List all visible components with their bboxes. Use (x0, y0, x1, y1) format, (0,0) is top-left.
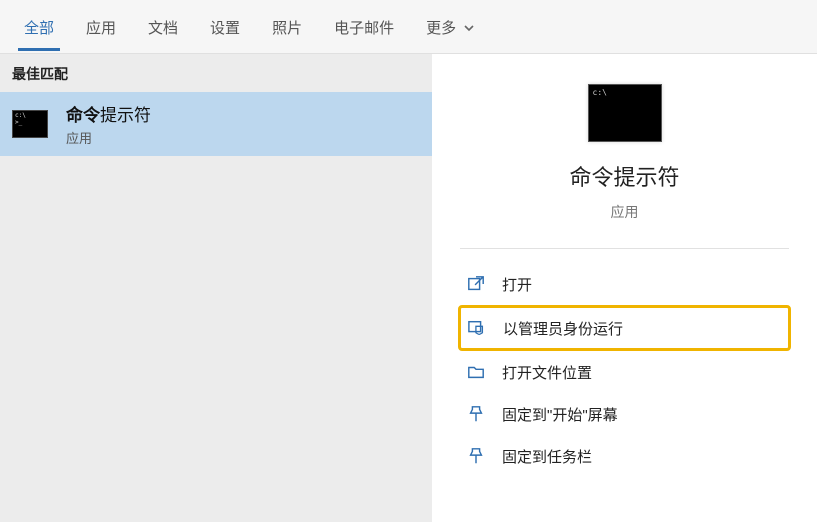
action-pin-to-start[interactable]: 固定到"开始"屏幕 (458, 393, 791, 435)
action-run-as-admin-label: 以管理员身份运行 (503, 318, 623, 339)
result-text: 命令提示符 应用 (66, 101, 151, 147)
tab-email[interactable]: 电子邮件 (318, 3, 410, 50)
cmd-icon (12, 110, 48, 138)
action-run-as-admin[interactable]: 以管理员身份运行 (458, 305, 791, 351)
tab-all-label: 全部 (24, 20, 54, 37)
open-icon (466, 274, 486, 294)
action-pin-to-taskbar[interactable]: 固定到任务栏 (458, 435, 791, 477)
action-pin-to-taskbar-label: 固定到任务栏 (502, 446, 592, 467)
tab-photos-label: 照片 (272, 20, 302, 37)
chevron-down-icon (464, 20, 474, 37)
tab-docs-label: 文档 (148, 20, 178, 37)
action-open[interactable]: 打开 (458, 263, 791, 305)
action-open-label: 打开 (502, 274, 532, 295)
result-title-rest: 提示符 (100, 106, 151, 125)
action-open-file-location-label: 打开文件位置 (502, 362, 592, 383)
tab-apps-label: 应用 (86, 20, 116, 37)
folder-icon (466, 362, 486, 382)
run-as-admin-icon (467, 318, 487, 338)
actions-list: 打开 以管理员身份运行 打开文件位置 固定到"开始"屏幕 (432, 259, 817, 481)
preview-subtitle: 应用 (611, 202, 639, 222)
results-panel: 最佳匹配 命令提示符 应用 (0, 54, 432, 522)
tab-all[interactable]: 全部 (8, 3, 70, 50)
pin-start-icon (466, 404, 486, 424)
tab-photos[interactable]: 照片 (256, 3, 318, 50)
preview-panel: 命令提示符 应用 打开 以管理员身份运行 打开文件位置 (432, 54, 817, 522)
section-header-best-match: 最佳匹配 (0, 54, 432, 92)
result-command-prompt[interactable]: 命令提示符 应用 (0, 92, 432, 156)
tab-more[interactable]: 更多 (410, 3, 490, 50)
tab-more-label: 更多 (426, 20, 456, 37)
result-title-highlight: 命令 (66, 106, 100, 125)
tab-email-label: 电子邮件 (334, 20, 394, 37)
result-title: 命令提示符 (66, 101, 151, 126)
action-open-file-location[interactable]: 打开文件位置 (458, 351, 791, 393)
action-pin-to-start-label: 固定到"开始"屏幕 (502, 404, 618, 425)
tab-apps[interactable]: 应用 (70, 3, 132, 50)
cmd-icon-large (588, 84, 662, 142)
preview-title: 命令提示符 (569, 160, 679, 192)
result-subtitle: 应用 (66, 128, 151, 147)
tab-settings-label: 设置 (210, 20, 240, 37)
search-filter-tabs: 全部 应用 文档 设置 照片 电子邮件 更多 (0, 0, 817, 54)
divider (460, 248, 789, 249)
pin-taskbar-icon (466, 446, 486, 466)
tab-docs[interactable]: 文档 (132, 3, 194, 50)
tab-settings[interactable]: 设置 (194, 3, 256, 50)
